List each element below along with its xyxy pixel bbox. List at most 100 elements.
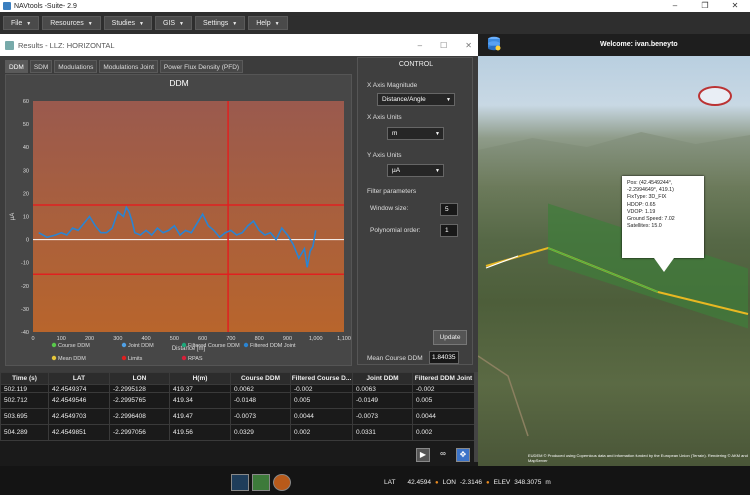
y-tick-label: 30	[23, 168, 29, 174]
cell-lat: 42.4549851	[48, 424, 110, 441]
col-course-ddm[interactable]: Course DDM	[230, 372, 291, 385]
database-icon[interactable]	[487, 36, 501, 52]
y-tick-label: -20	[21, 284, 29, 290]
cell-lat: 42.4549546	[48, 392, 110, 409]
y-axis-label: µA	[10, 213, 16, 220]
legend-marker	[243, 342, 249, 348]
col-filtered-course-ddm[interactable]: Filtered Course D...	[290, 372, 353, 385]
x-axis-units-select[interactable]: m ▼	[387, 127, 444, 140]
table-row[interactable]: 504.289 42.4549851 -2.2997056 419.56 0.0…	[0, 424, 475, 441]
legend-marker	[181, 342, 187, 348]
lon-value: -2.3146	[459, 479, 482, 486]
col-lat[interactable]: LAT	[48, 372, 110, 385]
menu-resources[interactable]: Resources ▼	[42, 16, 101, 30]
legend-label: Limits	[128, 356, 143, 362]
col-lon[interactable]: LON	[109, 372, 170, 385]
tab-modulations-joint[interactable]: Modulations Joint	[99, 60, 158, 73]
polynomial-order-label: Polynomial order:	[370, 227, 421, 234]
cell-filtered-ddm-joint: 0.0044	[412, 408, 475, 425]
table-row[interactable]: 503.695 42.4549703 -2.2996408 419.47 -0.…	[0, 408, 475, 425]
legend-marker	[121, 355, 127, 361]
maximize-button[interactable]: ❐	[690, 0, 720, 12]
tab-modulations[interactable]: Modulations	[54, 60, 98, 73]
col-time[interactable]: Time (s)	[0, 372, 49, 385]
tab-pfd[interactable]: Power Flux Density (PFD)	[159, 60, 244, 73]
map-overlay	[478, 246, 749, 437]
lat-value: 42.4594	[407, 479, 431, 486]
results-maximize-button[interactable]: ☐	[440, 41, 447, 50]
results-minimize-button[interactable]: –	[418, 41, 422, 50]
x-axis-magnitude-select[interactable]: Distance/Angle ▼	[377, 93, 455, 106]
col-filtered-ddm-joint[interactable]: Filtered DDM Joint	[412, 372, 475, 385]
cell-lat: 42.4549374	[48, 384, 110, 393]
record-icon[interactable]	[273, 474, 291, 491]
col-joint-ddm[interactable]: Joint DDM	[352, 372, 413, 385]
cell-h: 419.56	[169, 424, 231, 441]
map-3d-view[interactable]: Pos: (42.4549244°, -2.2994649°, 419.1) F…	[478, 56, 750, 466]
close-button[interactable]: ✕	[720, 0, 750, 12]
chevron-down-icon: ▼	[87, 21, 93, 27]
legend-label: Course DDM	[58, 343, 90, 349]
y-axis-units-select[interactable]: µA ▼	[387, 164, 444, 177]
cell-filtered-ddm-joint: 0.002	[412, 424, 475, 441]
cell-joint-ddm: 0.0063	[352, 384, 413, 393]
cell-lon: -2.2996408	[109, 408, 170, 425]
navigation-icon[interactable]	[231, 474, 249, 491]
cell-filtered-course-ddm: 0.0044	[290, 408, 353, 425]
menubar: File ▼ Resources ▼ Studies ▼ GIS ▼ Settings ▼…	[0, 12, 750, 34]
results-window: Results - LLZ: HORIZONTAL – ☐ ✕ DDM SDM …	[0, 34, 478, 466]
y-tick-label: -40	[21, 330, 29, 336]
cell-time: 502.712	[0, 392, 49, 409]
table-scrollbar[interactable]	[474, 372, 478, 462]
menu-studies[interactable]: Studies ▼	[103, 16, 152, 30]
cell-h: 419.37	[169, 384, 231, 393]
popup-line: Ground Speed: 7.02	[627, 216, 675, 223]
compass-widget[interactable]	[698, 86, 732, 106]
menu-settings[interactable]: Settings ▼	[194, 16, 246, 30]
y-tick-label: 0	[26, 238, 29, 244]
legend-label: Filtered DDM Joint	[250, 343, 296, 349]
x-axis-units-value: m	[392, 130, 398, 137]
x-tick-label: 500	[170, 336, 179, 342]
legend-marker	[51, 355, 57, 361]
statusbar	[0, 466, 750, 495]
cell-time: 504.289	[0, 424, 49, 441]
tab-ddm[interactable]: DDM	[5, 60, 28, 73]
control-title: CONTROL	[398, 61, 434, 68]
coordinate-readout: LAT 42.4594 ● LON -2.3146 ● ELEV 348.307…	[384, 479, 551, 486]
video-clapper-icon[interactable]: ▶	[416, 448, 430, 462]
x-tick-label: 100	[57, 336, 66, 342]
polynomial-order-input[interactable]: 1	[440, 224, 458, 237]
results-tabs: DDM SDM Modulations Modulations Joint Po…	[5, 60, 244, 73]
menu-gis[interactable]: GIS ▼	[154, 16, 192, 30]
map-layers-icon[interactable]	[252, 474, 270, 491]
ddm-chart[interactable]: 6050403020100-10-20-30-400 100 200 300 400 50…	[6, 75, 353, 367]
filter-parameters-label: Filter parameters	[367, 188, 417, 195]
legend-marker	[121, 342, 127, 348]
move-icon[interactable]: ✥	[456, 448, 470, 462]
results-close-button[interactable]: ✕	[465, 41, 472, 50]
window-size-input[interactable]: 5	[440, 203, 458, 216]
app-titlebar: NAVtools -Suite- 2.9 – ❐ ✕	[0, 0, 750, 12]
menu-help[interactable]: Help ▼	[248, 16, 288, 30]
col-h[interactable]: H(m)	[169, 372, 231, 385]
chevron-down-icon: ▼	[446, 97, 451, 103]
minimize-button[interactable]: –	[660, 0, 690, 12]
cell-course-ddm: 0.0062	[230, 384, 291, 393]
update-button[interactable]: Update	[433, 330, 467, 345]
menu-file-label: File	[11, 20, 23, 27]
cell-lon: -2.2995128	[109, 384, 170, 393]
separator-dot: ●	[486, 479, 490, 486]
legend-label: Mean DDM	[58, 356, 86, 362]
chart-panel: 60 50 40 30 20 10 0 -10 -20 -30 -40 0 100 200 300 400 50…	[5, 74, 352, 366]
table-row[interactable]: 502.119 42.4549374 -2.2995128 419.37 0.0…	[0, 384, 475, 393]
chevron-down-icon: ▼	[274, 21, 280, 27]
mean-course-ddm-value: 1.84035	[429, 351, 459, 364]
menu-file[interactable]: File ▼	[3, 16, 40, 30]
tab-sdm[interactable]: SDM	[29, 60, 53, 73]
table-row[interactable]: 502.712 42.4549546 -2.2995765 419.34 -0.…	[0, 392, 475, 409]
glasses-icon[interactable]: ∞	[436, 448, 450, 462]
legend-marker	[51, 342, 57, 348]
cell-filtered-course-ddm: -0.002	[290, 384, 353, 393]
x-axis-units-label: X Axis Units	[367, 114, 402, 121]
